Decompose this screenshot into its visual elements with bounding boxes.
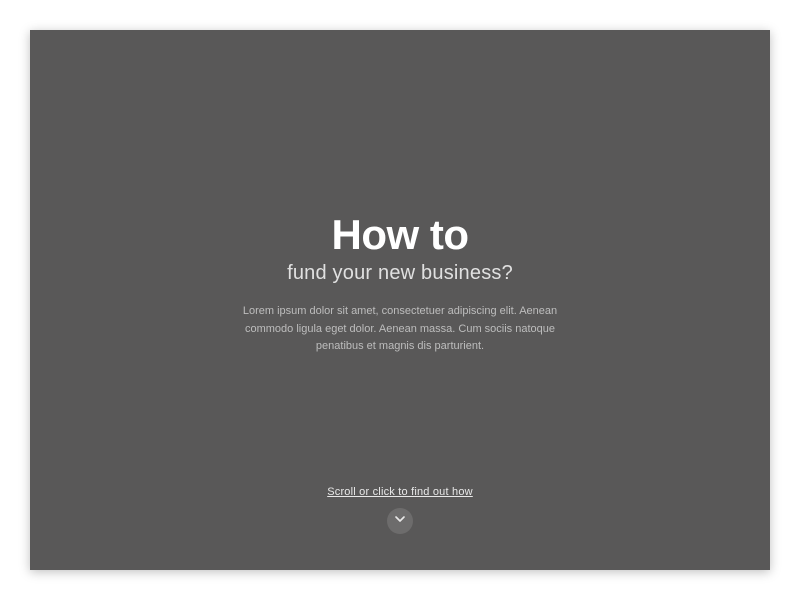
hero-body-text: Lorem ipsum dolor sit amet, consectetuer…	[230, 303, 570, 356]
hero-title: How to	[332, 214, 469, 256]
chevron-down-icon	[392, 511, 408, 532]
scroll-down-button[interactable]	[387, 508, 413, 534]
hero-content: How to fund your new business? Lorem ips…	[230, 214, 570, 356]
hero-subtitle: fund your new business?	[287, 262, 513, 285]
hero-slide: How to fund your new business? Lorem ips…	[30, 30, 770, 570]
scroll-cta-link[interactable]: Scroll or click to find out how	[327, 486, 473, 498]
cta-area: Scroll or click to find out how	[327, 486, 473, 534]
